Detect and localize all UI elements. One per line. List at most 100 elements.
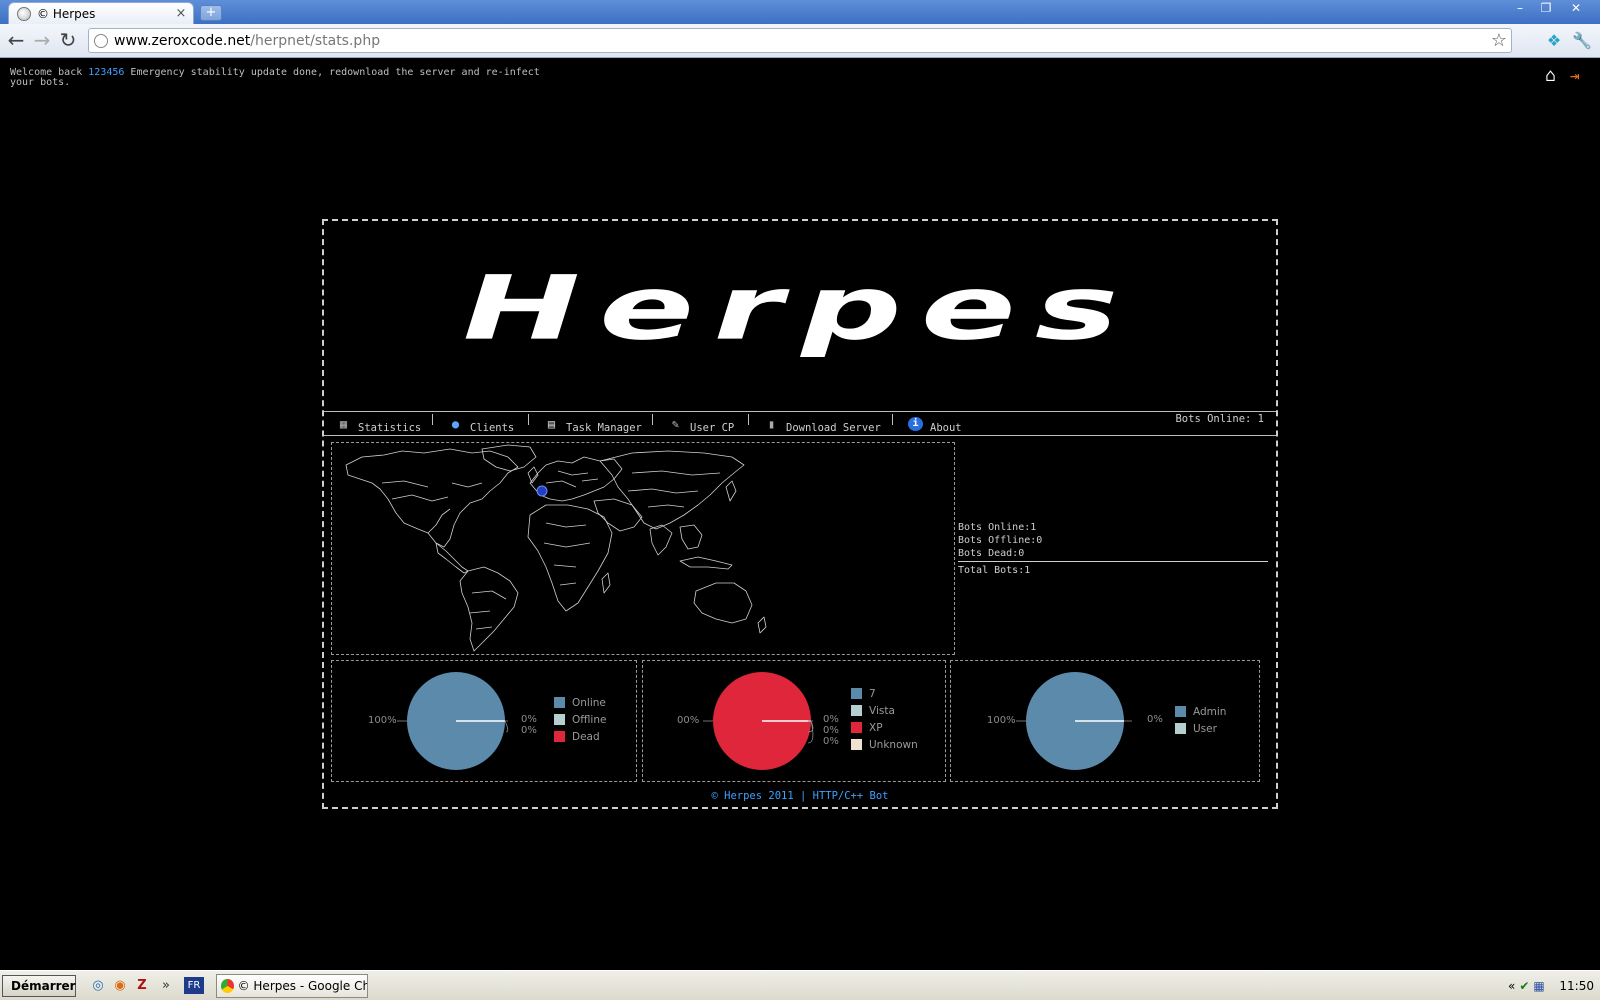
new-tab-button[interactable]: +	[200, 5, 222, 21]
map-middle-east	[593, 498, 643, 532]
status-legend: Online Offline Dead	[554, 694, 606, 745]
os-pie-chart: 00% 0% 0% 0% 7 Vista XP Unknown	[642, 660, 946, 782]
pie-label-small: 0%	[823, 736, 839, 747]
legend-item: 7	[851, 685, 918, 702]
legend-label: Dead	[572, 730, 600, 743]
nav-item-about[interactable]: i About	[908, 414, 962, 434]
taskbar-item-label: © Herpes - Google Ch...	[237, 979, 367, 993]
nav-separator	[432, 414, 433, 425]
pie-label-offline: 0%	[521, 714, 537, 725]
close-window-button[interactable]: ✕	[1564, 0, 1588, 18]
map-australia	[693, 582, 753, 624]
nav-separator	[652, 414, 653, 425]
start-button[interactable]: Démarrer	[2, 975, 76, 997]
reload-icon[interactable]: ↻	[56, 29, 80, 53]
logo-text: Herpes	[462, 256, 1138, 360]
system-tray: « ✔ ▦ 11:50	[1508, 975, 1598, 997]
logout-icon[interactable]: ⇥	[1570, 67, 1592, 85]
user-icon: ●	[451, 417, 460, 431]
nav-item-user-cp[interactable]: ✎ User CP	[668, 414, 734, 434]
bookmark-star-icon[interactable]: ☆	[1491, 30, 1507, 51]
chart-icon: ▦	[339, 417, 348, 431]
nav-label: Statistics	[358, 422, 422, 434]
legend-label: User	[1193, 722, 1217, 735]
pie-leader-line	[504, 720, 509, 733]
map-india	[649, 524, 673, 556]
tray-expand-icon[interactable]: «	[1508, 979, 1515, 993]
url-path: /herpnet/stats.php	[250, 32, 381, 49]
nav-label: User CP	[690, 422, 735, 434]
back-arrow-icon[interactable]: ←	[4, 29, 28, 53]
legend-item: Admin	[1175, 703, 1226, 720]
legend-item: Vista	[851, 702, 918, 719]
legend-swatch	[554, 731, 565, 742]
nav-separator	[528, 414, 529, 425]
legend-swatch	[1175, 723, 1186, 734]
pie-label-user: 0%	[1147, 714, 1163, 725]
browser-tab[interactable]: © Herpes ×	[8, 2, 194, 24]
privilege-pie-chart: 100% 0% Admin User	[950, 660, 1260, 782]
tab-title: © Herpes	[37, 6, 96, 21]
map-south-america	[459, 566, 519, 652]
taskbar-item-chrome[interactable]: © Herpes - Google Ch...	[216, 974, 368, 998]
language-indicator[interactable]: FR	[184, 977, 204, 994]
minimize-button[interactable]: –	[1508, 0, 1532, 18]
forward-arrow-icon[interactable]: →	[30, 29, 54, 53]
legend-label: Offline	[572, 713, 607, 726]
nav-item-statistics[interactable]: ▦ Statistics	[336, 414, 421, 434]
nav-bar: ▦ Statistics ● Clients ▤ Task Manager ✎ …	[324, 411, 1276, 436]
pie-label-dead: 0%	[521, 725, 537, 736]
legend-label: XP	[869, 721, 883, 734]
nav-item-download-server[interactable]: ▮ Download Server	[764, 414, 881, 434]
os-taskbar: Démarrer ◎ ◉ Z » FR © Herpes - Google Ch…	[0, 970, 1600, 1000]
legend-label: Admin	[1193, 705, 1227, 718]
map-southeast-asia	[679, 524, 703, 550]
status-pie-chart: 100% 0% 0% Online Offline Dead	[331, 660, 637, 782]
pie-label-admin: 100%	[987, 715, 1016, 726]
tray-app-icon[interactable]: ✔	[1519, 979, 1529, 993]
start-label: Démarrer	[11, 979, 76, 993]
world-map-svg	[345, 444, 767, 652]
legend-swatch	[851, 722, 862, 733]
legend-swatch	[851, 688, 862, 699]
tray-grid-icon[interactable]: ▦	[1533, 979, 1544, 993]
close-tab-icon[interactable]: ×	[173, 6, 189, 21]
legend-item: User	[1175, 720, 1226, 737]
ie-icon[interactable]: ◎	[90, 978, 106, 994]
nav-label: Task Manager	[566, 422, 642, 434]
legend-swatch	[851, 739, 862, 750]
browser-toolbar: ← → ↻ www.zeroxcode.net/herpnet/stats.ph…	[0, 24, 1600, 58]
nav-item-task-manager[interactable]: ▤ Task Manager	[544, 414, 642, 434]
tools-icon: ✎	[671, 417, 680, 431]
extension-icon[interactable]: ❖	[1544, 31, 1564, 51]
bots-offline-stat: Bots Offline:0	[958, 535, 1043, 546]
nav-item-clients[interactable]: ● Clients	[448, 414, 514, 434]
wrench-icon[interactable]: 🔧	[1572, 31, 1592, 51]
url-text[interactable]: www.zeroxcode.net/herpnet/stats.php	[114, 33, 380, 49]
footer-text[interactable]: © Herpes 2011 | HTTP/C++ Bot	[324, 790, 1276, 802]
legend-swatch	[554, 714, 565, 725]
firefox-icon[interactable]: ◉	[112, 978, 128, 994]
page-favicon-icon	[17, 6, 31, 21]
legend-label: Unknown	[869, 738, 918, 751]
legend-swatch	[1175, 706, 1186, 717]
pie-label-main: 00%	[677, 715, 700, 726]
pie-label-online: 100%	[368, 715, 397, 726]
nav-separator	[892, 414, 893, 425]
quicklaunch-more-icon[interactable]: »	[158, 978, 174, 994]
welcome-message: Welcome back 123456 Emergency stability …	[10, 68, 550, 88]
legend-swatch	[851, 705, 862, 716]
legend-item: Offline	[554, 711, 606, 728]
nav-separator	[748, 414, 749, 425]
legend-item: Unknown	[851, 736, 918, 753]
address-bar[interactable]: www.zeroxcode.net/herpnet/stats.php ☆	[88, 28, 1512, 53]
map-madagascar	[601, 572, 611, 594]
map-new-zealand	[757, 616, 767, 634]
chrome-icon	[221, 979, 234, 993]
home-icon[interactable]: ⌂	[1545, 67, 1565, 85]
window-icon: ▤	[547, 417, 556, 431]
privilege-legend: Admin User	[1175, 703, 1226, 737]
legend-item: Dead	[554, 728, 606, 745]
restore-button[interactable]: ❐	[1534, 0, 1558, 18]
filezilla-icon[interactable]: Z	[134, 978, 150, 994]
